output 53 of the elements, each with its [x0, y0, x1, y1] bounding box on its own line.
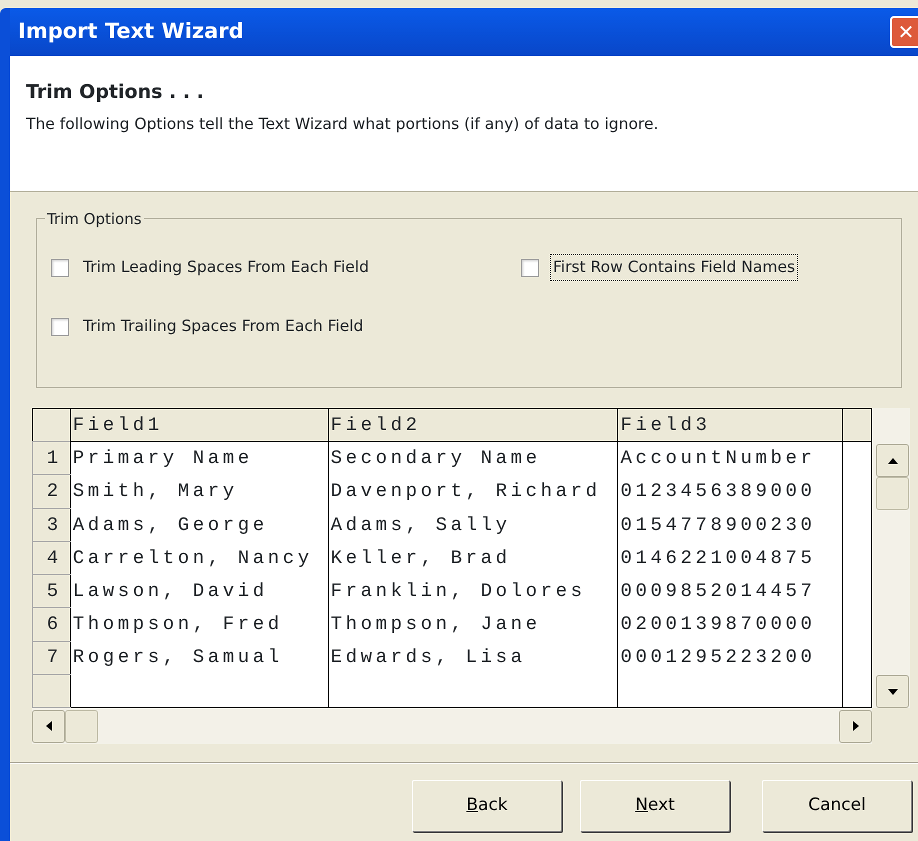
checkbox-label[interactable]: Trim Trailing Spaces From Each Field — [81, 314, 366, 340]
table-cell: Secondary Name — [328, 442, 618, 475]
table-cell: Franklin, Dolores — [328, 574, 618, 608]
checkbox[interactable] — [51, 258, 69, 277]
table-cell: Smith, Mary — [70, 474, 328, 508]
scroll-up-button[interactable] — [876, 444, 909, 477]
row-number: 3 — [32, 508, 70, 542]
step-description: The following Options tell the Text Wizard what portions (if any) of data to ignore. — [26, 114, 660, 134]
step-title: Trim Options . . . — [26, 80, 205, 105]
table-cell: Lawson, David — [70, 574, 328, 608]
vertical-scrollbar[interactable] — [872, 408, 910, 708]
column-header: Field2 — [328, 408, 618, 442]
table-cell: AccountNumber — [618, 442, 843, 475]
table-cell: Primary Name — [70, 442, 328, 475]
wizard-button[interactable]: Next — [580, 780, 730, 832]
table-cell: Carrelton, Nancy — [70, 541, 328, 575]
row-number: 7 — [32, 641, 70, 674]
scroll-thumb[interactable] — [65, 710, 98, 742]
scroll-left-button[interactable] — [32, 710, 65, 742]
column-header: Field1 — [70, 408, 328, 442]
table-cell: Adams, George — [70, 508, 328, 542]
wizard-button[interactable]: Cancel — [762, 780, 912, 832]
horizontal-scrollbar[interactable] — [32, 708, 872, 744]
table-cell: 0146221004875 — [618, 541, 843, 575]
table-cell: Thompson, Fred — [70, 608, 328, 642]
table-cell: Davenport, Richard — [328, 474, 618, 508]
table-cell: Keller, Brad — [328, 541, 618, 575]
scroll-right-button[interactable] — [839, 710, 872, 742]
row-number: 2 — [32, 474, 70, 508]
scroll-down-button[interactable] — [876, 675, 909, 708]
checkbox-label[interactable]: Trim Leading Spaces From Each Field — [81, 255, 371, 280]
table-cell: 0123456389000 — [618, 474, 843, 508]
table-cell: 0154778900230 — [618, 508, 843, 542]
row-number: 1 — [32, 442, 70, 475]
table-cell: Edwards, Lisa — [328, 641, 618, 674]
table-cell: Adams, Sally — [328, 508, 618, 542]
table-cell: 0200139870000 — [618, 608, 843, 642]
column-header: Field3 — [618, 408, 843, 442]
wizard-button[interactable]: Back — [412, 780, 562, 832]
scroll-thumb[interactable] — [876, 477, 909, 510]
checkbox[interactable] — [521, 258, 539, 277]
checkbox[interactable] — [51, 318, 69, 336]
table-cell: 0009852014457 — [618, 574, 843, 608]
table-cell: Rogers, Samual — [70, 641, 328, 674]
row-number: 6 — [32, 608, 70, 642]
table-cell: Thompson, Jane — [328, 608, 618, 642]
window-title: Import Text Wizard — [18, 18, 244, 46]
close-button[interactable]: ✕ — [890, 16, 918, 48]
row-number: 4 — [32, 541, 70, 575]
table-cell: 0001295223200 — [618, 641, 843, 674]
row-number: 5 — [32, 574, 70, 608]
row-header — [32, 674, 70, 708]
checkbox-label[interactable]: First Row Contains Field Names — [551, 255, 798, 280]
